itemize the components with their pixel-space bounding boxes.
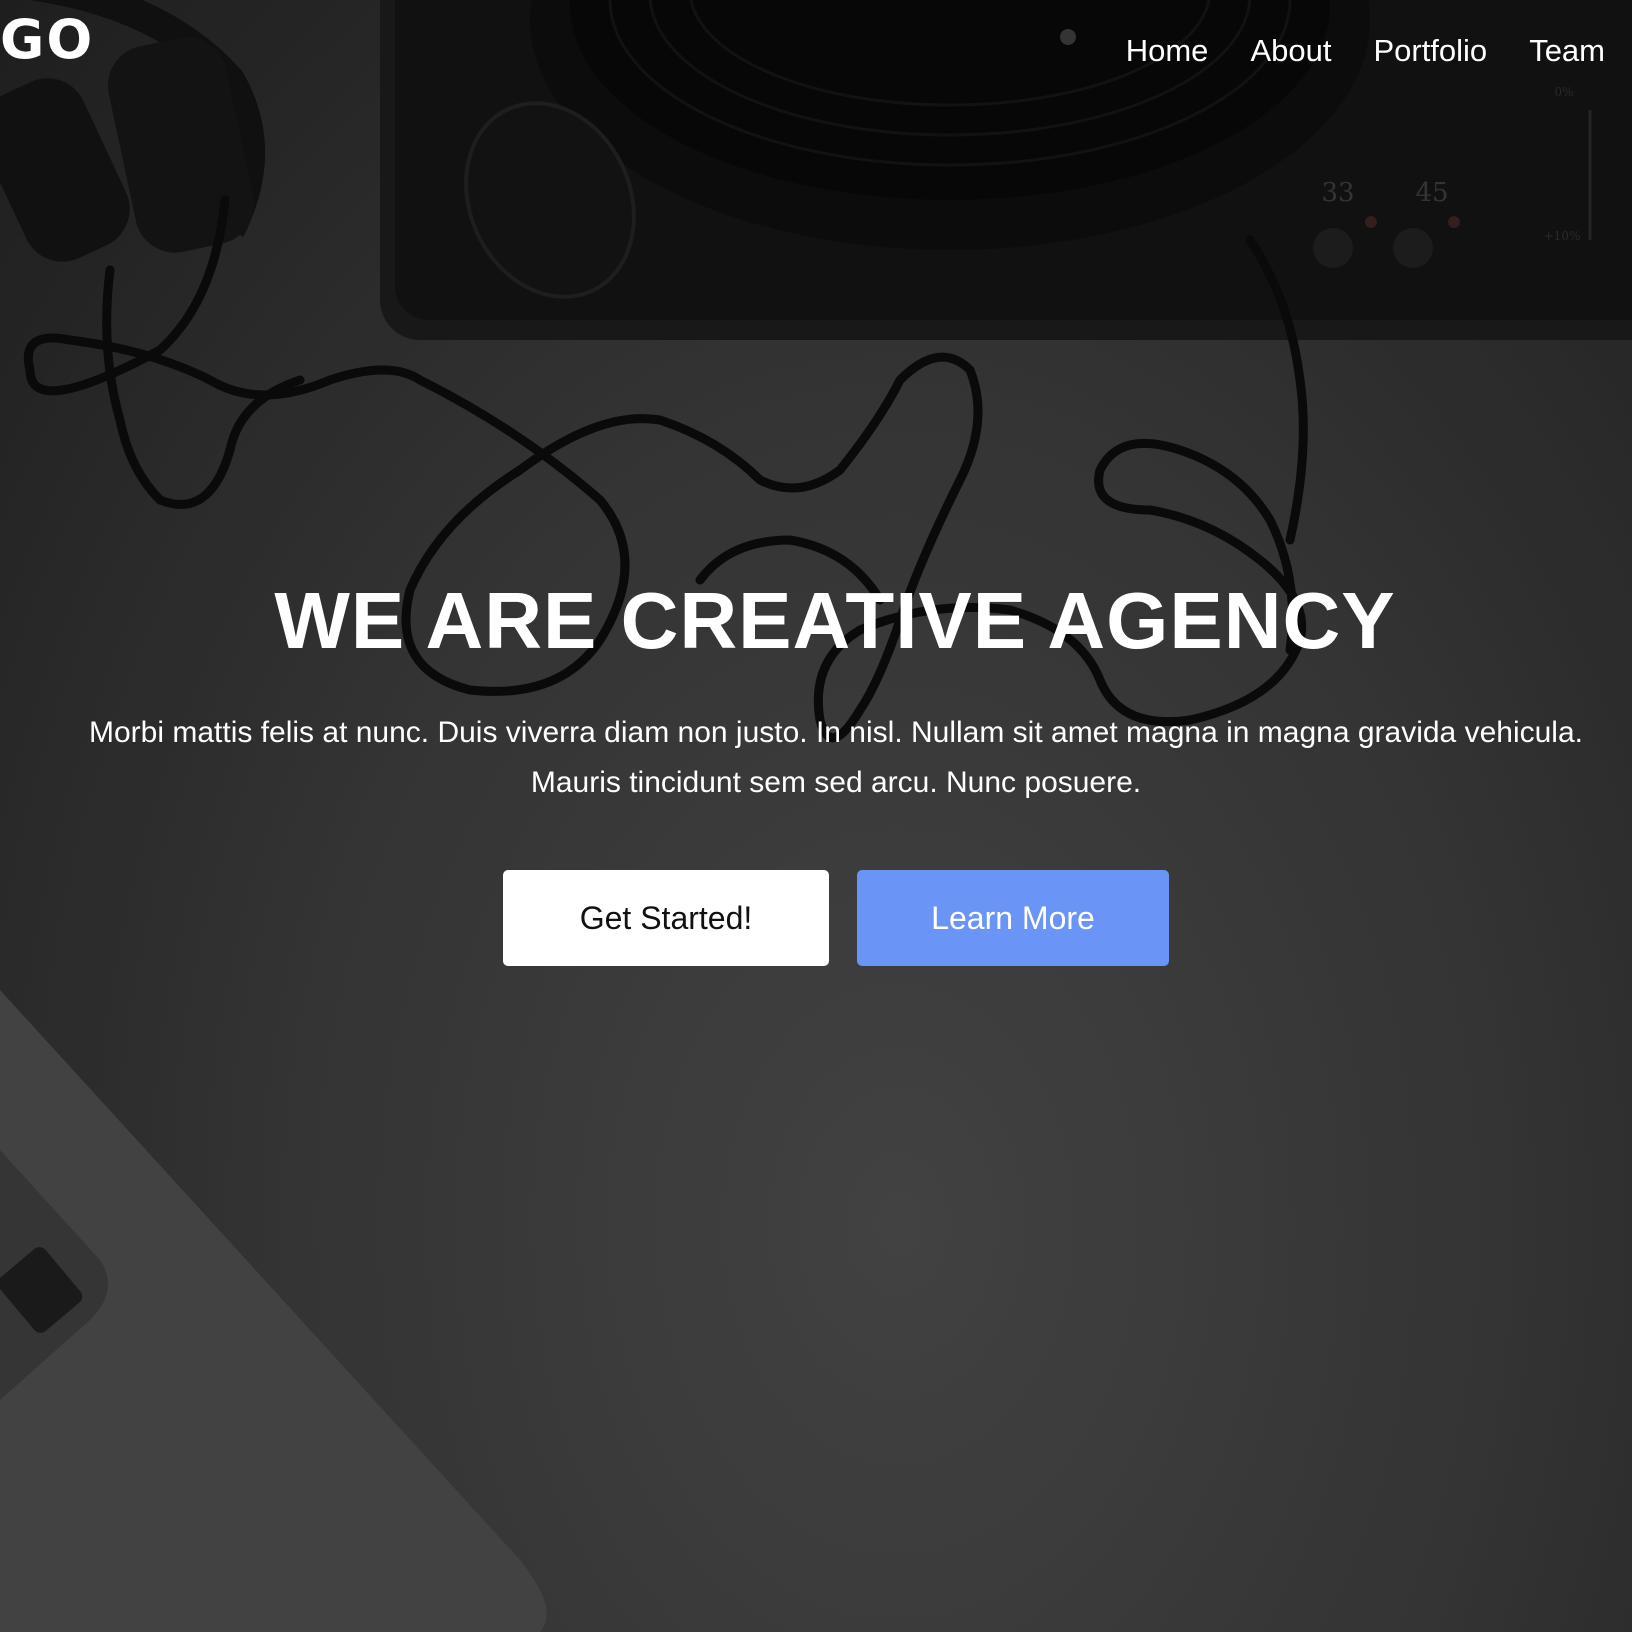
get-started-button[interactable]: Get Started!	[503, 870, 829, 966]
site-logo[interactable]: GO	[0, 10, 94, 70]
nav-link-home[interactable]: Home	[1126, 28, 1209, 74]
hero-subtext: Morbi mattis felis at nunc. Duis viverra…	[30, 708, 1632, 808]
nav-link-team[interactable]: Team	[1529, 28, 1605, 74]
learn-more-button[interactable]: Learn More	[857, 870, 1169, 966]
main-nav: Home About Portfolio Team	[1126, 28, 1605, 74]
nav-link-portfolio[interactable]: Portfolio	[1373, 28, 1487, 74]
hero-headline: WE ARE CREATIVE AGENCY	[274, 576, 1396, 665]
hero-section: 33 45 0% +10% GO Home About Portfolio Te…	[0, 0, 1632, 1632]
nav-link-about[interactable]: About	[1250, 28, 1331, 74]
hero-subtext-line-1: Morbi mattis felis at nunc. Duis viverra…	[89, 716, 1583, 749]
dark-overlay	[0, 0, 1632, 1632]
hero-subtext-line-2: Mauris tincidunt sem sed arcu. Nunc posu…	[530, 766, 1142, 799]
